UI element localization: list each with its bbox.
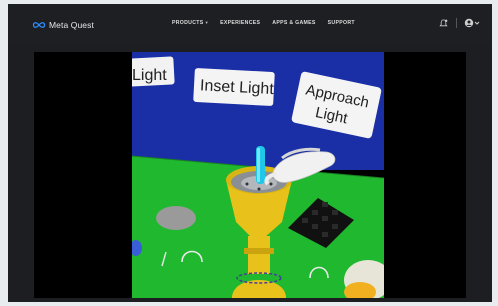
sign-light: Light (132, 56, 175, 88)
menu-apps-games[interactable]: APPS & GAMES (272, 20, 315, 26)
meta-quest-logo[interactable]: Meta Quest (32, 19, 94, 31)
chevron-down-icon: ▾ (205, 20, 209, 25)
video-player[interactable]: Light Inset Light Approach Light (34, 52, 466, 298)
menu-products-label: PRODUCTS (172, 20, 204, 26)
menu-apps-games-label: APPS & GAMES (272, 20, 316, 26)
sign-light-text: Light (132, 67, 167, 84)
notification-icon[interactable] (437, 17, 449, 29)
menu-experiences[interactable]: EXPERIENCES (220, 20, 260, 26)
nav-divider (456, 18, 457, 28)
menu-support[interactable]: SUPPORT (328, 20, 355, 26)
menu-support-label: SUPPORT (327, 20, 355, 26)
meta-infinity-icon (32, 22, 46, 28)
brand-name: Meta Quest (49, 20, 94, 30)
account-icon[interactable] (464, 17, 480, 29)
vr-scene: Light Inset Light Approach Light (132, 52, 384, 298)
sign-inset-light: Inset Light (193, 68, 275, 106)
browser-frame: Meta Quest PRODUCTS ▾ EXPERIENCES APPS &… (8, 4, 492, 302)
menu-experiences-label: EXPERIENCES (220, 20, 261, 26)
nav-actions (437, 17, 480, 29)
top-navigation: Meta Quest PRODUCTS ▾ EXPERIENCES APPS &… (8, 4, 492, 46)
ground-disc (156, 206, 196, 230)
menu-products[interactable]: PRODUCTS ▾ (172, 20, 208, 26)
main-menu: PRODUCTS ▾ EXPERIENCES APPS & GAMES SUPP… (172, 20, 367, 26)
